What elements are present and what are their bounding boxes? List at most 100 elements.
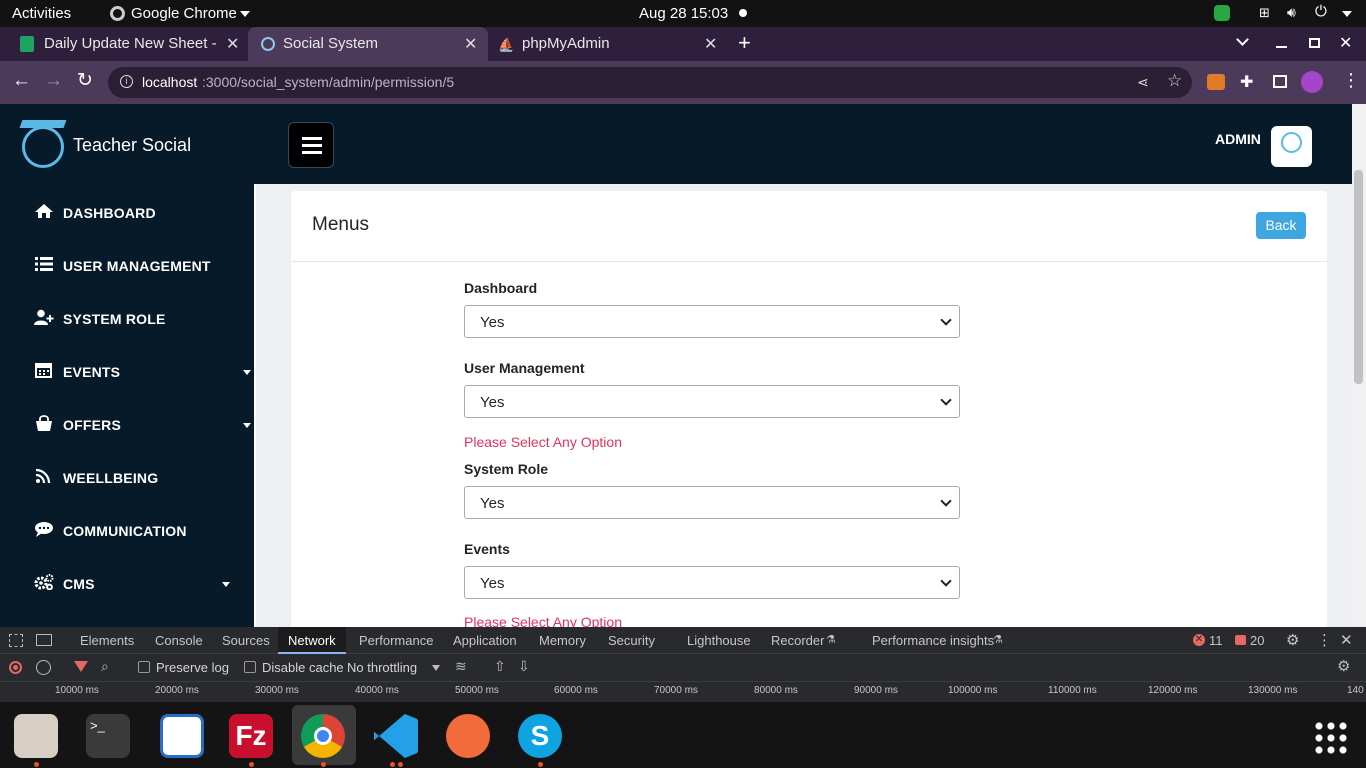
- scrollbar-thumb[interactable]: [1354, 170, 1363, 384]
- throttling-select[interactable]: No throttling: [347, 660, 417, 675]
- back-arrow-icon[interactable]: ←: [12, 70, 31, 92]
- text-editor-app-icon[interactable]: [160, 714, 204, 758]
- network-timeline[interactable]: 10000 ms 20000 ms 30000 ms 40000 ms 5000…: [0, 683, 1366, 702]
- close-icon[interactable]: ✕: [226, 34, 239, 54]
- network-settings-icon[interactable]: ⚙: [1337, 657, 1350, 675]
- hamburger-menu-button[interactable]: [288, 122, 334, 168]
- select-value: Yes: [480, 495, 505, 512]
- gears-icon: [34, 574, 54, 590]
- vscode-app-icon[interactable]: [374, 714, 418, 758]
- skype-app-icon[interactable]: S: [518, 714, 562, 758]
- sidebar-item-label: CMS: [63, 576, 95, 592]
- record-icon[interactable]: [9, 661, 22, 674]
- sidebar-item-dashboard[interactable]: DASHBOARD: [0, 184, 254, 237]
- tab-daily-update[interactable]: Daily Update New Sheet - ✕: [8, 27, 248, 61]
- network-icon[interactable]: ⊞: [1259, 5, 1275, 21]
- select-system-role[interactable]: Yes: [464, 486, 960, 519]
- tab-recorder[interactable]: Recorder: [771, 633, 824, 648]
- tab-social-system[interactable]: Social System ✕: [248, 27, 488, 61]
- shield-update-icon[interactable]: [1214, 5, 1230, 21]
- tab-phpmyadmin[interactable]: ⛵ phpMyAdmin ✕: [488, 27, 728, 61]
- issues-count[interactable]: 20: [1250, 633, 1264, 648]
- tab-elements[interactable]: Elements: [80, 633, 134, 648]
- devtools-close-icon[interactable]: ✕: [1340, 631, 1353, 649]
- minimize-icon[interactable]: [1276, 46, 1287, 48]
- preserve-log-checkbox[interactable]: [138, 661, 150, 673]
- reload-icon[interactable]: ↻: [77, 69, 93, 92]
- bookmark-star-icon[interactable]: ☆: [1167, 71, 1182, 91]
- select-dashboard[interactable]: Yes: [464, 305, 960, 338]
- user-name[interactable]: ADMIN: [1215, 131, 1261, 147]
- show-apps-icon[interactable]: [1313, 720, 1347, 754]
- timeline-tick: 90000 ms: [854, 685, 898, 696]
- clear-icon[interactable]: [36, 660, 51, 675]
- select-user-management[interactable]: Yes: [464, 385, 960, 418]
- terminal-app-icon[interactable]: >_: [86, 714, 130, 758]
- close-icon[interactable]: ✕: [704, 34, 717, 54]
- system-menu-chevron-icon[interactable]: [1342, 11, 1352, 17]
- tab-memory[interactable]: Memory: [539, 633, 586, 648]
- tab-application[interactable]: Application: [453, 633, 517, 648]
- sidebar-item-label: USER MANAGEMENT: [63, 258, 211, 274]
- download-icon[interactable]: ⇩: [518, 658, 530, 675]
- sidebar-item-wellbeing[interactable]: WEELLBEING: [0, 449, 254, 502]
- chrome-menu-icon[interactable]: ⋮: [1342, 70, 1360, 91]
- issues-count-icon: [1235, 635, 1246, 645]
- device-toolbar-icon[interactable]: [36, 634, 52, 646]
- forward-arrow-icon[interactable]: →: [44, 70, 63, 92]
- disable-cache-checkbox[interactable]: [244, 661, 256, 673]
- chrome-app-icon[interactable]: [301, 714, 345, 758]
- metamask-extension-icon[interactable]: [1207, 74, 1225, 90]
- tab-performance-insights[interactable]: Performance insights: [872, 633, 994, 648]
- devtools-panel: Elements Console Sources Network Perform…: [0, 627, 1366, 702]
- sidebar-item-user-management[interactable]: USER MANAGEMENT: [0, 237, 254, 290]
- network-conditions-icon[interactable]: ≋: [455, 658, 467, 675]
- tab-network[interactable]: Network: [288, 633, 336, 648]
- tab-sources[interactable]: Sources: [222, 633, 270, 648]
- error-message: Please Select Any Option: [464, 614, 622, 627]
- share-icon[interactable]: ⋖: [1137, 74, 1149, 91]
- tab-lighthouse[interactable]: Lighthouse: [687, 633, 751, 648]
- tab-performance[interactable]: Performance: [359, 633, 433, 648]
- extensions-puzzle-icon[interactable]: ✚: [1240, 72, 1253, 92]
- flask-icon: ⚗: [993, 634, 1003, 646]
- inspect-element-icon[interactable]: [9, 634, 23, 647]
- devtools-more-icon[interactable]: ⋮: [1317, 631, 1332, 649]
- brand-name[interactable]: Teacher Social: [73, 135, 191, 156]
- files-app-icon[interactable]: [14, 714, 58, 758]
- chevron-down-icon: [940, 314, 952, 326]
- avatar[interactable]: [1271, 126, 1312, 167]
- activities-button[interactable]: Activities: [12, 5, 71, 22]
- close-icon[interactable]: ✕: [464, 34, 477, 54]
- sidebar-item-system-role[interactable]: SYSTEM ROLE: [0, 290, 254, 343]
- sidebar-item-offers[interactable]: OFFERS: [0, 396, 254, 449]
- running-indicator: [390, 762, 395, 767]
- flask-icon: ⚗: [826, 634, 836, 646]
- filter-icon[interactable]: [74, 661, 88, 672]
- error-count[interactable]: 11: [1209, 633, 1223, 648]
- maximize-icon[interactable]: [1309, 38, 1320, 48]
- tab-security[interactable]: Security: [608, 633, 655, 648]
- postman-app-icon[interactable]: [446, 714, 490, 758]
- site-info-icon[interactable]: i: [120, 75, 133, 88]
- close-window-icon[interactable]: ✕: [1339, 33, 1352, 53]
- back-button[interactable]: Back: [1256, 212, 1306, 239]
- sidebar-item-cms[interactable]: CMS: [0, 555, 254, 608]
- profile-avatar[interactable]: [1301, 71, 1323, 93]
- filezilla-app-icon[interactable]: Fz: [229, 714, 273, 758]
- sidebar-item-communication[interactable]: COMMUNICATION: [0, 502, 254, 555]
- tab-console[interactable]: Console: [155, 633, 203, 648]
- address-bar[interactable]: i localhost :3000/social_system/admin/pe…: [108, 67, 1192, 98]
- sidebar-item-events[interactable]: EVENTS: [0, 343, 254, 396]
- power-icon[interactable]: ⏻: [1315, 3, 1327, 20]
- volume-icon[interactable]: 🔊︎: [1287, 4, 1296, 21]
- app-menu[interactable]: Google Chrome: [131, 5, 237, 22]
- upload-icon[interactable]: ⇧: [494, 658, 506, 675]
- clock[interactable]: Aug 28 15:03: [639, 5, 728, 22]
- search-icon[interactable]: ⌕: [101, 658, 109, 675]
- tab-search-icon[interactable]: [1236, 33, 1249, 46]
- side-panel-icon[interactable]: [1273, 75, 1287, 88]
- select-events[interactable]: Yes: [464, 566, 960, 599]
- new-tab-icon[interactable]: +: [738, 30, 751, 56]
- settings-gear-icon[interactable]: ⚙: [1286, 631, 1299, 649]
